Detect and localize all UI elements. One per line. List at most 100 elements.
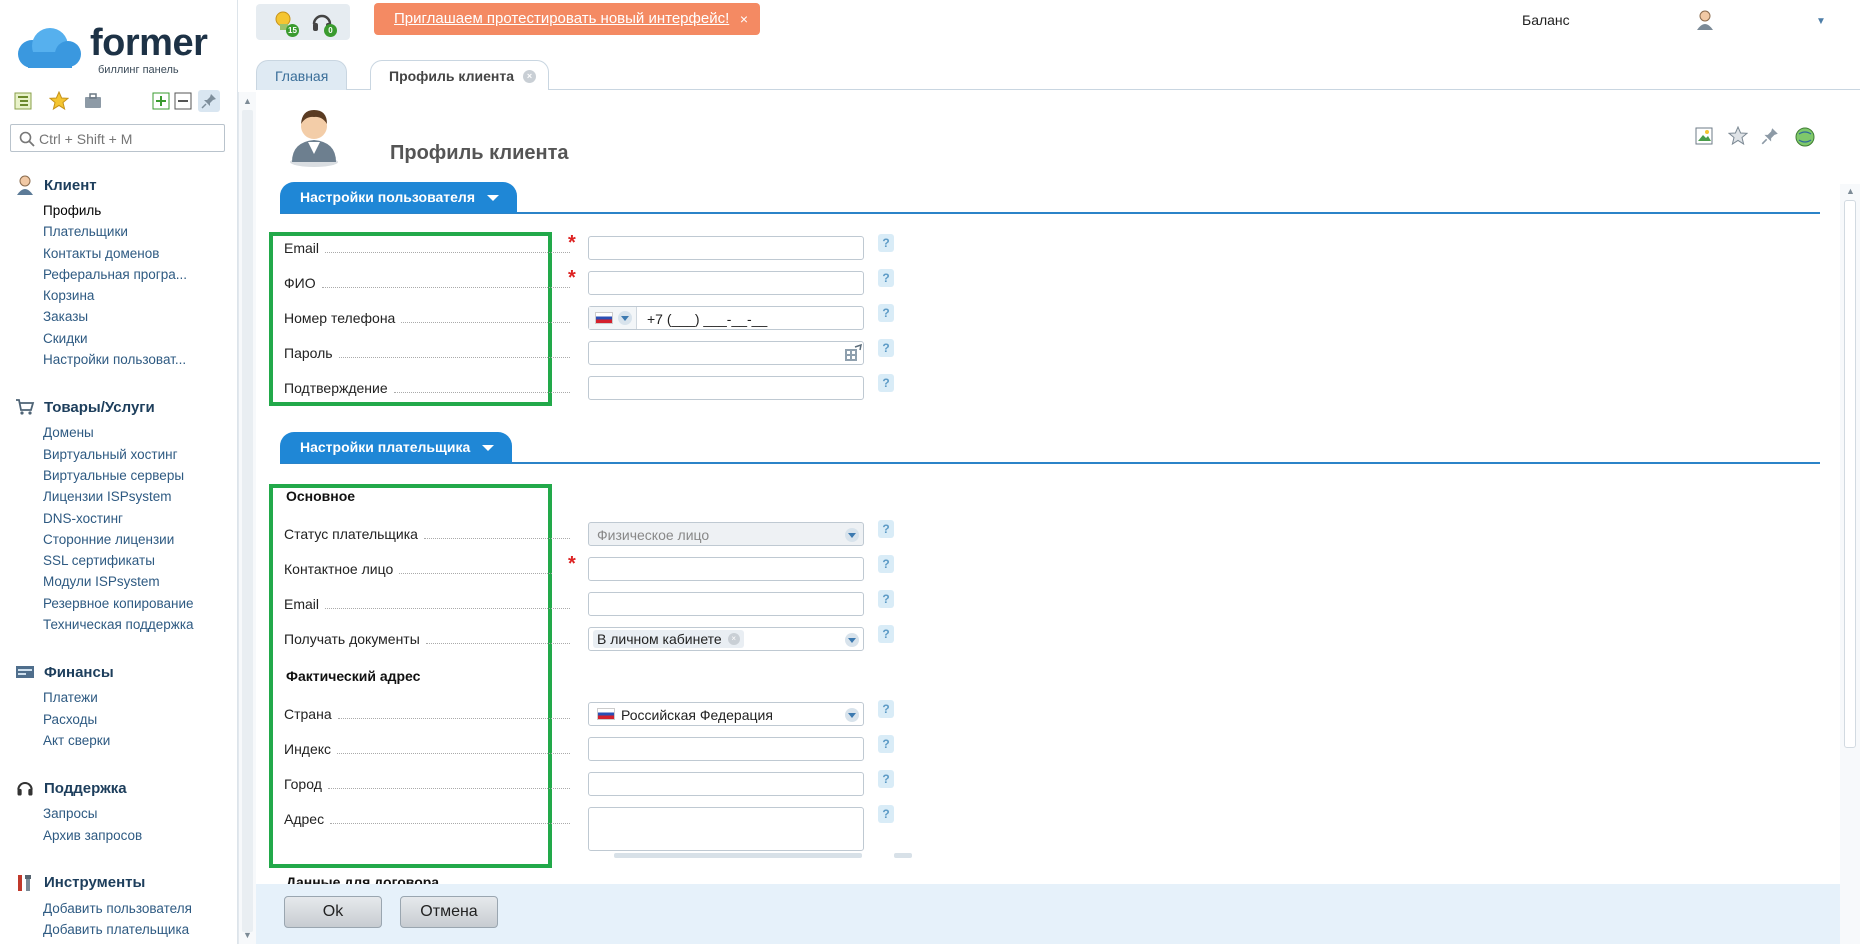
sidebar-item[interactable]: Добавить пользователя	[14, 898, 230, 919]
sidebar-item[interactable]: Реферальная програ...	[14, 264, 230, 285]
sidebar-item[interactable]: Архив запросов	[14, 825, 230, 846]
email-field[interactable]	[588, 236, 864, 260]
help-icon[interactable]: ?	[878, 374, 894, 392]
fio-field[interactable]	[588, 271, 864, 295]
tree-view-icon[interactable]	[12, 90, 34, 112]
sidebar-group-title: Клиент	[44, 176, 97, 194]
help-icon[interactable]: ?	[878, 520, 894, 538]
sidebar-item[interactable]: Корзина	[14, 285, 230, 306]
sidebar-scrollbar[interactable]: ▲ ▼	[238, 92, 256, 944]
star-icon[interactable]	[48, 90, 70, 112]
logo[interactable]: former биллинг панель	[14, 22, 224, 78]
sidebar-item[interactable]: Скидки	[14, 328, 230, 349]
sidebar-item[interactable]: Добавить плательщика	[14, 919, 230, 940]
sidebar-item[interactable]: Техническая поддержка	[14, 614, 230, 635]
sidebar-item[interactable]: Расходы	[14, 709, 230, 730]
help-icon[interactable]: ?	[878, 304, 894, 322]
balance-label[interactable]: Баланс	[1522, 12, 1570, 28]
textarea-resize-handle[interactable]	[614, 853, 862, 858]
briefcase-icon[interactable]	[82, 90, 104, 112]
help-icon[interactable]: ?	[878, 625, 894, 643]
sidebar-item[interactable]: Плательщики	[14, 221, 230, 242]
phone-country-select[interactable]	[589, 307, 637, 329]
receive-docs-select[interactable]: В личном кабинете ×	[588, 627, 864, 651]
sidebar-item[interactable]: Виртуальный хостинг	[14, 444, 230, 465]
payer-settings-toggle[interactable]: Настройки плательщика	[280, 432, 513, 463]
help-icon[interactable]: ?	[878, 234, 894, 252]
pin-page-icon[interactable]	[1760, 126, 1782, 148]
contact-person-field[interactable]	[588, 557, 864, 581]
sidebar-item[interactable]: Настройки пользоват...	[14, 349, 230, 370]
sidebar-item[interactable]: Резервное копирование	[14, 593, 230, 614]
country-select[interactable]: Российская Федерация	[588, 702, 864, 726]
sidebar-item[interactable]: Лицензии ISPsystem	[14, 486, 230, 507]
sidebar-item[interactable]: DNS-хостинг	[14, 508, 230, 529]
receive-docs-chip[interactable]: В личном кабинете ×	[593, 630, 744, 648]
ok-button[interactable]: Ok	[284, 896, 382, 928]
pin-icon[interactable]	[198, 90, 220, 112]
sidebar-group-header[interactable]: Поддержка	[14, 773, 230, 803]
sidebar-item[interactable]: Домены	[14, 422, 230, 443]
headset-icon[interactable]: 0	[310, 10, 337, 37]
expand-all-icon[interactable]	[150, 90, 172, 112]
sidebar-item[interactable]: Платежи	[14, 687, 230, 708]
sidebar-group-title: Товары/Услуги	[44, 398, 155, 416]
sidebar-group-header[interactable]: Инструменты	[14, 868, 230, 898]
address-textarea[interactable]	[588, 807, 864, 851]
city-row: Город ?	[284, 768, 1164, 798]
image-icon[interactable]	[1694, 126, 1716, 148]
password-generator-icon[interactable]	[843, 343, 863, 363]
sidebar-scroll-thumb[interactable]	[242, 110, 253, 932]
chip-remove-icon[interactable]: ×	[727, 633, 740, 645]
sidebar-item[interactable]: Профиль	[14, 200, 230, 221]
user-menu-chevron-down-icon[interactable]: ▼	[1816, 16, 1826, 27]
promo-close-icon[interactable]: ×	[740, 3, 748, 35]
sidebar-search-input[interactable]	[39, 129, 219, 149]
sidebar-item[interactable]: Акт сверки	[14, 730, 230, 751]
collapse-all-icon[interactable]	[172, 90, 194, 112]
sidebar-item[interactable]: Виртуальные серверы	[14, 465, 230, 486]
scroll-down-icon[interactable]: ▼	[243, 930, 252, 940]
index-field[interactable]	[588, 737, 864, 761]
user-avatar-icon[interactable]	[1696, 10, 1714, 33]
favorite-star-icon[interactable]	[1727, 125, 1750, 148]
confirm-password-field[interactable]	[588, 376, 864, 400]
sidebar-item[interactable]: Модули ISPsystem	[14, 571, 230, 592]
sidebar-item[interactable]: Сторонние лицензии	[14, 529, 230, 550]
scroll-up-icon[interactable]: ▲	[1846, 186, 1855, 196]
sidebar-item[interactable]: SSL сертификаты	[14, 550, 230, 571]
sidebar-search[interactable]	[10, 124, 225, 152]
tab-home[interactable]: Главная	[256, 60, 348, 91]
help-icon[interactable]: ?	[878, 339, 894, 357]
cancel-button[interactable]: Отмена	[400, 896, 498, 928]
sidebar-group-header[interactable]: Клиент	[14, 170, 230, 200]
sidebar-group-header[interactable]: Финансы	[14, 657, 230, 687]
help-icon[interactable]: ?	[878, 269, 894, 287]
sidebar-item[interactable]: Запросы	[14, 803, 230, 824]
help-icon[interactable]: ?	[878, 590, 894, 608]
sidebar-item[interactable]: Заказы	[14, 306, 230, 327]
help-icon[interactable]: ?	[878, 735, 894, 753]
main-scroll-thumb[interactable]	[1844, 200, 1856, 748]
tab-close-icon[interactable]: ×	[522, 70, 536, 83]
help-icon[interactable]: ?	[878, 805, 894, 823]
notifications-icon[interactable]: 15	[272, 10, 299, 37]
textarea-resize-grip[interactable]	[894, 853, 912, 858]
sidebar-item[interactable]: Контакты доменов	[14, 243, 230, 264]
sidebar-group-header[interactable]: Товары/Услуги	[14, 392, 230, 422]
phone-field[interactable]: +7 (___) ___-__-__	[588, 306, 864, 330]
main-scrollbar[interactable]: ▲	[1840, 184, 1860, 944]
payer-email-field[interactable]	[588, 592, 864, 616]
city-field[interactable]	[588, 772, 864, 796]
payer-status-select[interactable]: Физическое лицо	[588, 522, 864, 546]
password-field[interactable]	[588, 341, 864, 365]
help-icon[interactable]: ?	[878, 700, 894, 718]
help-icon[interactable]: ?	[878, 555, 894, 573]
promo-link[interactable]: Приглашаем протестировать новый интерфей…	[394, 10, 729, 27]
caret-down-icon	[487, 195, 499, 201]
help-icon[interactable]: ?	[878, 770, 894, 788]
tab-client-profile[interactable]: Профиль клиента ×	[370, 60, 549, 92]
user-settings-toggle[interactable]: Настройки пользователя	[280, 182, 517, 213]
scroll-up-icon[interactable]: ▲	[243, 96, 252, 106]
globe-icon[interactable]	[1794, 126, 1816, 148]
